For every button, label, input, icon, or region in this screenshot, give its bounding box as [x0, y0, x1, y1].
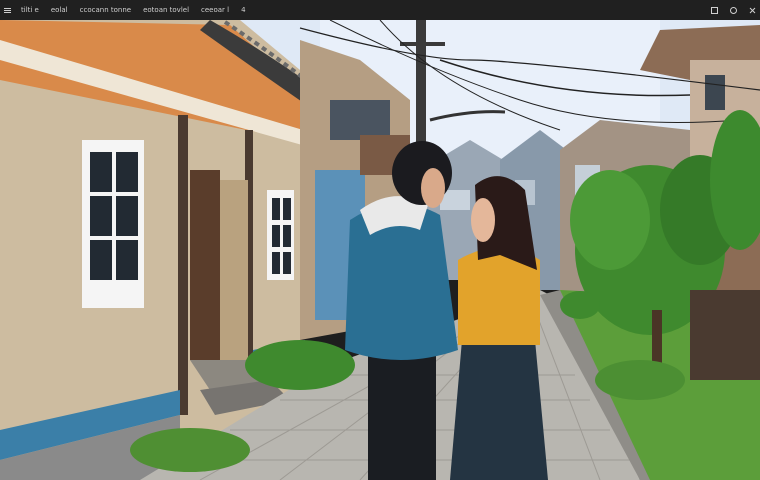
settings-icon[interactable]	[730, 6, 737, 14]
menu-item-2[interactable]: eolal	[51, 6, 68, 14]
app-menu-icon[interactable]	[4, 7, 11, 14]
door	[190, 170, 220, 360]
top-menu-bar: tilti e eolal ccocann tonne eotoan tovle…	[0, 0, 760, 20]
share-icon[interactable]	[711, 6, 718, 14]
menu-item-5[interactable]: ceeoar l	[201, 6, 229, 14]
close-icon[interactable]	[749, 7, 756, 14]
menu-item-3[interactable]: ccocann tonne	[80, 6, 131, 14]
menu-item-extra[interactable]: 4	[241, 6, 245, 14]
menu-item-1[interactable]: tilti e	[21, 6, 39, 14]
menu-item-4[interactable]: eotoan tovlel	[143, 6, 189, 14]
street-scene	[0, 20, 760, 480]
